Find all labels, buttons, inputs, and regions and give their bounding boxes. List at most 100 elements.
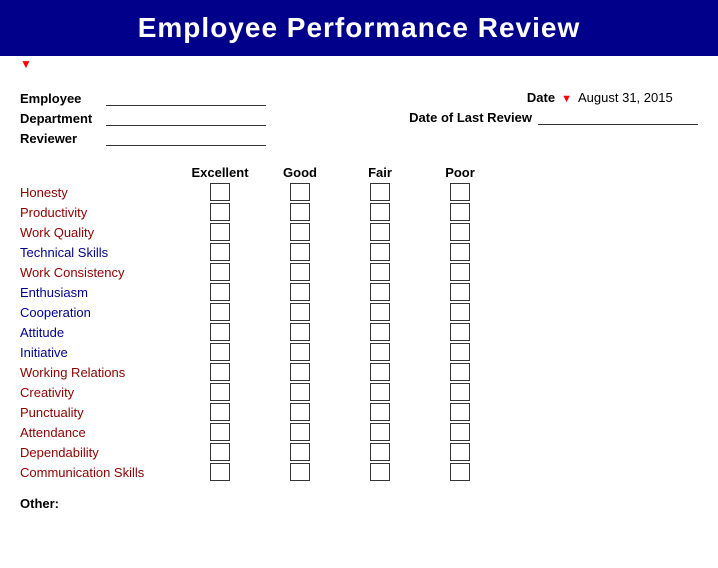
reviewer-input-line[interactable] [106,130,266,146]
rating-box-cell [260,223,340,241]
rating-checkbox[interactable] [450,363,470,381]
rating-row: Punctuality [20,402,698,422]
rating-boxes-row-9 [180,363,500,381]
rating-checkbox[interactable] [210,203,230,221]
rating-box-cell [260,203,340,221]
rating-checkbox[interactable] [370,403,390,421]
rating-checkbox[interactable] [290,343,310,361]
rating-boxes-row-3 [180,243,500,261]
skill-name-attitude: Attitude [20,325,180,340]
rating-box-cell [420,423,500,441]
ratings-column-header-row: ExcellentGoodFairPoor [20,162,698,182]
department-input-line[interactable] [106,110,266,126]
rating-boxes-row-6 [180,303,500,321]
rating-checkbox[interactable] [450,343,470,361]
rating-checkbox[interactable] [210,363,230,381]
page-header: Employee Performance Review [0,0,718,56]
rating-checkbox[interactable] [210,443,230,461]
rating-box-cell [340,183,420,201]
rating-checkbox[interactable] [450,263,470,281]
rating-checkbox[interactable] [450,323,470,341]
rating-checkbox[interactable] [290,243,310,261]
rating-checkbox[interactable] [370,203,390,221]
skill-name-punctuality: Punctuality [20,405,180,420]
rating-box-cell [340,283,420,301]
last-review-input-line[interactable] [538,109,698,125]
rating-checkbox[interactable] [210,303,230,321]
rating-checkbox[interactable] [290,443,310,461]
rating-checkbox[interactable] [210,343,230,361]
rating-checkbox[interactable] [450,243,470,261]
rating-checkbox[interactable] [370,243,390,261]
rating-checkbox[interactable] [450,303,470,321]
rating-checkbox[interactable] [370,443,390,461]
rating-checkbox[interactable] [210,383,230,401]
skill-name-technical-skills: Technical Skills [20,245,180,260]
skill-name-enthusiasm: Enthusiasm [20,285,180,300]
rating-box-cell [180,303,260,321]
rating-checkbox[interactable] [450,383,470,401]
rating-checkbox[interactable] [290,323,310,341]
rating-checkbox[interactable] [450,463,470,481]
skill-name-initiative: Initiative [20,345,180,360]
rating-box-cell [340,343,420,361]
rating-checkbox[interactable] [290,183,310,201]
rating-checkbox[interactable] [450,283,470,301]
left-fields: Employee Department Reviewer [20,90,266,146]
rating-checkbox[interactable] [450,403,470,421]
rating-checkbox[interactable] [210,243,230,261]
rating-checkbox[interactable] [370,363,390,381]
rating-checkbox[interactable] [290,303,310,321]
rating-checkbox[interactable] [210,263,230,281]
rating-checkbox[interactable] [210,423,230,441]
rating-checkbox[interactable] [450,443,470,461]
rating-checkbox[interactable] [290,363,310,381]
rating-checkbox[interactable] [290,283,310,301]
rating-checkbox[interactable] [370,223,390,241]
rating-checkbox[interactable] [290,223,310,241]
rating-checkbox[interactable] [370,343,390,361]
rating-checkbox[interactable] [210,183,230,201]
rating-checkbox[interactable] [210,223,230,241]
rating-checkbox[interactable] [450,183,470,201]
employee-label: Employee [20,91,100,106]
department-label: Department [20,111,100,126]
rating-checkbox[interactable] [210,323,230,341]
rating-checkbox[interactable] [450,423,470,441]
rating-checkbox[interactable] [290,403,310,421]
col-header-good: Good [260,165,340,180]
rating-box-cell [420,303,500,321]
rating-checkbox[interactable] [370,183,390,201]
rating-row: Working Relations [20,362,698,382]
rating-checkbox[interactable] [370,463,390,481]
rating-checkbox[interactable] [370,383,390,401]
rating-checkbox[interactable] [370,323,390,341]
rating-box-cell [180,323,260,341]
rating-checkbox[interactable] [290,263,310,281]
rating-checkbox[interactable] [450,223,470,241]
rating-checkbox[interactable] [450,203,470,221]
rating-box-cell [420,443,500,461]
rating-checkbox[interactable] [210,403,230,421]
rating-checkbox[interactable] [370,303,390,321]
skill-name-communication-skills: Communication Skills [20,465,180,480]
rating-checkbox[interactable] [370,423,390,441]
rating-box-cell [180,403,260,421]
rating-box-cell [340,383,420,401]
rating-checkbox[interactable] [290,463,310,481]
skill-name-creativity: Creativity [20,385,180,400]
rating-checkbox[interactable] [290,203,310,221]
rating-checkbox[interactable] [290,423,310,441]
rating-checkbox[interactable] [210,283,230,301]
rating-checkbox[interactable] [370,283,390,301]
rating-box-cell [180,463,260,481]
rating-box-cell [180,443,260,461]
employee-input-line[interactable] [106,90,266,106]
rating-checkbox[interactable] [370,263,390,281]
rating-row: Enthusiasm [20,282,698,302]
rating-checkbox[interactable] [210,463,230,481]
form-section: Employee Department Reviewer Date ▼ Augu… [0,74,718,146]
rating-checkbox[interactable] [290,383,310,401]
rating-box-cell [260,263,340,281]
rating-box-cell [260,243,340,261]
